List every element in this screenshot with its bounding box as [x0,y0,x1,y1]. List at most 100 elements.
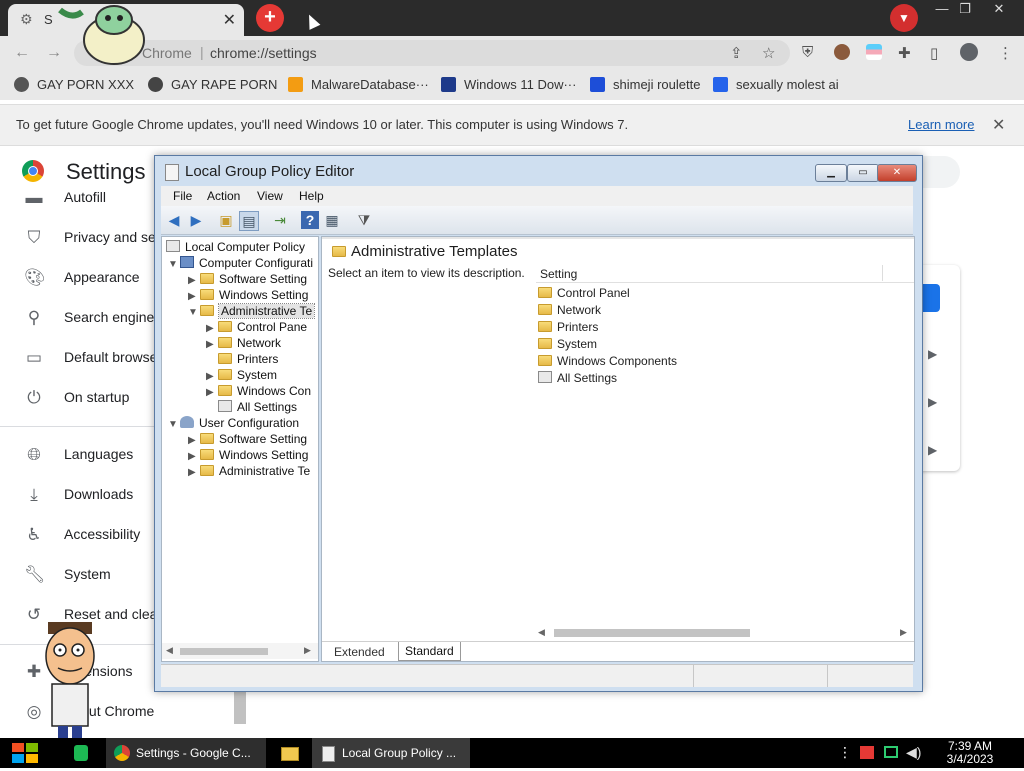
scroll-left-icon[interactable]: ◀ [166,645,173,656]
content-hscrollbar[interactable]: ◀ ▶ [536,626,914,640]
chevron-right-icon[interactable]: ▶ [188,435,200,446]
menu-dots-icon[interactable]: ⋮ [998,44,1013,62]
menu-action[interactable]: Action [207,189,240,203]
tree-node-control-panel[interactable]: ▶ Control Pane [206,320,307,334]
sidebar-item-on-startup[interactable]: ⏻ On startup [0,378,160,418]
help-icon[interactable]: ? [301,211,319,229]
side-panel-icon[interactable]: ▯ [930,44,938,62]
tree-node-user-config[interactable]: ▼ User Configuration [168,416,299,430]
volume-icon[interactable]: ◀) [906,744,921,761]
close-icon[interactable]: ✕ [992,115,1005,135]
share-icon[interactable]: ⇪ [730,44,743,62]
tab-standard[interactable]: Standard [398,642,461,661]
sidebar-item-appearance[interactable]: 🎨︎ Appearance [0,258,160,298]
properties-icon[interactable]: ▦ [323,211,341,229]
tree-node-computer-config[interactable]: ▼ Computer Configurati [168,256,313,270]
chevron-right-icon[interactable]: ▶ [188,291,200,302]
system-clock[interactable]: 7:39 AM 3/4/2023 [940,740,1000,766]
tree-node-user-software-settings[interactable]: ▶ Software Setting [188,432,307,446]
sidebar-item-search-engine[interactable]: ⚲ Search engine [0,298,160,338]
page-scrollbar[interactable] [234,688,246,724]
chevron-down-icon[interactable]: ▼ [188,307,200,318]
tab-extended[interactable]: Extended [334,645,385,659]
scroll-left-icon[interactable]: ◀ [538,627,545,638]
restore-icon[interactable]: ❐ [948,0,982,18]
sidebar-item-downloads[interactable]: ⤓ Downloads [0,475,160,515]
tray-overflow-icon[interactable]: ⋮ [838,744,852,761]
taskbar-explorer[interactable] [274,738,304,768]
minimize-button[interactable]: ▁ [815,164,847,182]
chevron-right-icon[interactable]: ▶ [928,347,937,361]
chevron-right-icon[interactable]: ▶ [206,387,218,398]
chevron-right-icon[interactable]: ▶ [188,451,200,462]
list-item[interactable]: Printers [538,320,598,334]
tree-node-all-settings[interactable]: All Settings [218,400,297,414]
flag-extension-icon[interactable] [866,44,882,60]
chevron-down-icon[interactable]: ▼ [168,419,180,430]
tree-node-windows-settings[interactable]: ▶ Windows Setting [188,288,308,302]
bookmark-item[interactable]: GAY PORN XXX [14,77,134,92]
menu-help[interactable]: Help [299,189,324,203]
bookmark-item[interactable]: Windows 11 Dow··· [441,77,576,92]
ublock-icon[interactable]: ⛨ [802,44,813,61]
menu-view[interactable]: View [257,189,283,203]
sidebar-item-privacy[interactable]: ⛉ Privacy and se [0,218,160,258]
back-arrow-icon[interactable]: ◀ [165,211,183,229]
bookmark-star-icon[interactable]: ☆ [762,44,775,62]
tree-node-user-windows-settings[interactable]: ▶ Windows Setting [188,448,308,462]
list-item[interactable]: All Settings [538,371,617,385]
back-icon[interactable]: ← [14,44,30,62]
action-center-flag-icon[interactable] [860,746,874,759]
list-item[interactable]: System [538,337,597,351]
tab-search-icon[interactable]: ▼ [890,4,918,32]
show-hide-tree-icon[interactable]: ▤ [239,211,259,231]
close-tab-icon[interactable]: ✕ [223,10,236,30]
scroll-right-icon[interactable]: ▶ [304,645,311,656]
tree-node-windows-components[interactable]: ▶ Windows Con [206,384,311,398]
network-icon[interactable] [884,746,898,758]
maximize-button[interactable]: ▭ [847,164,879,182]
learn-more-link[interactable]: Learn more [908,117,974,132]
chevron-right-icon[interactable]: ▶ [188,467,200,478]
new-tab-button[interactable]: + [256,4,284,32]
chevron-right-icon[interactable]: ▶ [206,323,218,334]
close-window-icon[interactable]: ✕ [982,0,1016,18]
chevron-right-icon[interactable]: ▶ [928,443,937,457]
list-item[interactable]: Control Panel [538,286,630,300]
tree-node-printers[interactable]: Printers [218,352,278,366]
forward-arrow-icon[interactable]: ▶ [187,211,205,229]
profile-icon[interactable] [960,43,978,61]
close-button[interactable]: ✕ [877,164,917,182]
tree-hscrollbar[interactable]: ◀ ▶ [162,643,318,659]
chevron-right-icon[interactable]: ▶ [206,339,218,350]
content-scroll-thumb[interactable] [554,629,750,637]
tree-node-user-administrative-templates[interactable]: ▶ Administrative Te [188,464,310,478]
chevron-right-icon[interactable]: ▶ [206,371,218,382]
filter-icon[interactable]: ⧩ [355,211,373,229]
tree-node-system[interactable]: ▶ System [206,368,277,382]
menu-file[interactable]: File [173,189,192,203]
export-list-icon[interactable]: ⇥ [271,211,289,229]
tree-node-network[interactable]: ▶ Network [206,336,281,350]
chevron-right-icon[interactable]: ▶ [188,275,200,286]
chevron-down-icon[interactable]: ▼ [168,259,180,270]
list-item[interactable]: Windows Components [538,354,677,368]
tree-node-software-settings[interactable]: ▶ Software Setting [188,272,307,286]
up-folder-icon[interactable]: ▣ [217,211,235,229]
sidebar-item-system[interactable]: 🔧︎ System [0,555,160,595]
tree-scroll-thumb[interactable] [180,648,268,655]
taskbar-item-group-policy[interactable]: Local Group Policy ... [312,738,470,768]
extension-avatar-icon[interactable] [834,44,850,60]
list-item[interactable]: Network [538,303,601,317]
sidebar-item-default-browser[interactable]: ▭ Default browse [0,338,160,378]
taskbar-item-chrome[interactable]: Settings - Google C... [106,738,266,768]
bookmark-item[interactable]: GAY RAPE PORN [148,77,277,92]
tree-node-root[interactable]: Local Computer Policy [166,240,305,254]
taskbar-app-icon[interactable] [68,738,94,768]
chevron-right-icon[interactable]: ▶ [928,395,937,409]
bookmark-item[interactable]: sexually molest ai [713,77,839,92]
tree-node-administrative-templates[interactable]: ▼ Administrative Te [188,303,316,319]
sidebar-item-languages[interactable]: 🌐︎ Languages [0,435,160,475]
address-bar[interactable]: Chrome | chrome://settings [74,40,790,66]
bookmark-item[interactable]: MalwareDatabase··· [288,77,429,92]
